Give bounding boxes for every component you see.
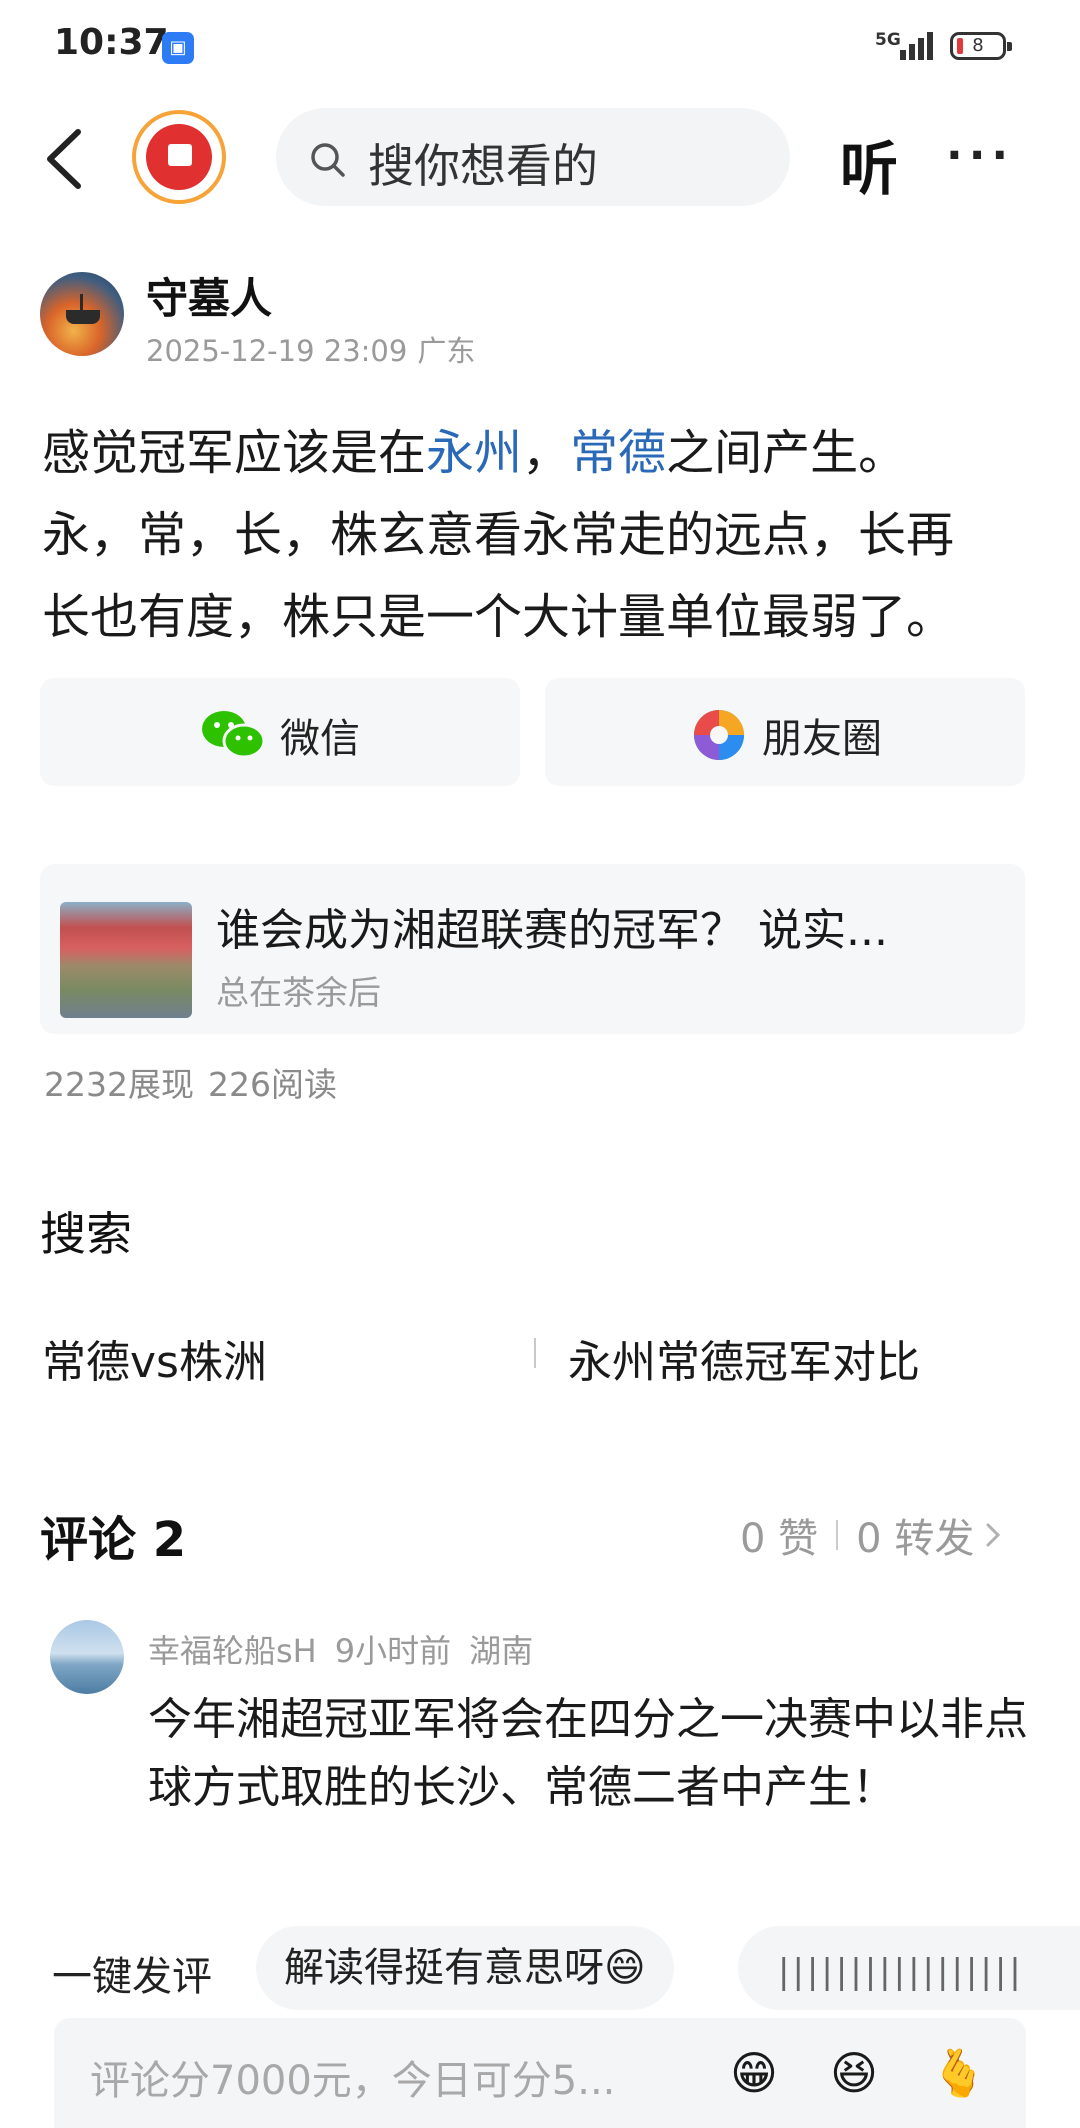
obscured-chip-text: ||||||||||||||||| xyxy=(778,1952,1024,1992)
moments-icon xyxy=(694,710,744,760)
related-search-item[interactable]: 常德vs株洲 xyxy=(42,1326,267,1390)
divider xyxy=(534,1338,536,1368)
comment-meta: 幸福轮船sH 9小时前 湖南 xyxy=(148,1626,551,1672)
notification-app-icon: ▣ xyxy=(162,32,194,64)
comment-input-placeholder: 评论分7000元，今日可分5... xyxy=(90,2058,616,2104)
battery-icon: 8 xyxy=(950,32,1012,60)
quick-reply-bar: 一键发评 解读得挺有意思呀😄 ||||||||||||||||| xyxy=(0,1926,1080,2016)
emoji-heart-hand-button[interactable]: 🫰 xyxy=(930,2046,987,2101)
chevron-right-icon xyxy=(986,1523,1001,1547)
account-logo[interactable] xyxy=(132,110,226,204)
author-name[interactable]: 守墓人 xyxy=(146,265,272,326)
post-body: 感觉冠军应该是在永州，常德之间产生。 永，常，长，株玄意看永常走的远点，长再 长… xyxy=(42,412,1042,658)
post-datetime: 2025-12-19 23:09 xyxy=(146,334,408,368)
quick-reply-chip[interactable]: 解读得挺有意思呀😄 xyxy=(256,1926,674,2010)
share-moments-label: 朋友圈 xyxy=(762,716,882,762)
search-bar[interactable]: 搜你想看的 xyxy=(276,108,790,206)
post-line-3: 长也有度，株只是一个大计量单位最弱了。 xyxy=(42,589,955,645)
post-meta: 2025-12-19 23:09 广东 xyxy=(146,328,485,370)
quick-reply-label: 一键发评 xyxy=(52,1954,212,2000)
wechat-icon xyxy=(202,711,266,759)
emoji-grin-button[interactable]: 😁 xyxy=(730,2046,778,2100)
author-avatar[interactable] xyxy=(40,272,124,356)
post-text: ， xyxy=(522,425,571,481)
share-wechat-label: 微信 xyxy=(280,716,360,762)
battery-level: 8 xyxy=(972,35,984,56)
commenter-avatar[interactable] xyxy=(50,1620,124,1694)
comments-title: 评论 2 xyxy=(40,1512,187,1568)
related-article-card[interactable]: 谁会成为湘超联赛的冠军？ 说实... 总在茶余后 xyxy=(40,864,1025,1034)
article-source: 总在茶余后 xyxy=(216,973,381,1012)
back-button[interactable] xyxy=(38,124,98,194)
likes-count: 0 赞 xyxy=(740,1516,819,1562)
forwards-count: 0 转发 xyxy=(856,1516,975,1562)
search-icon xyxy=(311,143,345,177)
search-placeholder: 搜你想看的 xyxy=(368,139,598,193)
post-line-2: 永，常，长，株玄意看永常走的远点，长再 xyxy=(42,507,955,563)
related-search-item[interactable]: 永州常德冠军对比 xyxy=(568,1326,920,1390)
signal-icon xyxy=(900,32,933,60)
more-menu-button[interactable]: ··· xyxy=(946,130,1014,181)
comment-time: 9小时前 xyxy=(334,1632,452,1670)
post-text: 感觉冠军应该是在 xyxy=(42,425,427,481)
commenter-name[interactable]: 幸福轮船sH xyxy=(148,1632,317,1670)
topic-link-yongzhou[interactable]: 永州 xyxy=(426,425,522,481)
comment-location: 湖南 xyxy=(469,1632,534,1670)
article-title: 谁会成为湘超联赛的冠军？ 说实... xyxy=(216,905,888,956)
share-wechat-button[interactable]: 微信 xyxy=(40,678,520,786)
post-text: 之间产生。 xyxy=(666,425,907,481)
comment-input[interactable]: 评论分7000元，今日可分5... 😁 😆 🫰 xyxy=(54,2018,1026,2128)
comments-stats[interactable]: 0 赞 0 转发 xyxy=(740,1506,1006,1564)
quick-reply-chip[interactable]: ||||||||||||||||| xyxy=(738,1926,1080,2010)
post-line-1: 感觉冠军应该是在永州，常德之间产生。 xyxy=(42,412,1042,494)
share-moments-button[interactable]: 朋友圈 xyxy=(545,678,1025,786)
network-type-label: 5G xyxy=(875,30,901,50)
post-location: 广东 xyxy=(417,334,476,368)
reads-count: 226阅读 xyxy=(207,1065,337,1104)
comment-text: 今年湘超冠亚军将会在四分之一决赛中以非点球方式取胜的长沙、常德二者中产生！ xyxy=(148,1694,1028,1813)
search-section-title: 搜索 xyxy=(40,1207,132,1261)
article-thumbnail xyxy=(60,902,192,1018)
emoji-laugh-button[interactable]: 😆 xyxy=(830,2046,878,2100)
status-time: 10:37 xyxy=(54,22,169,63)
post-stats: 2232展现 226阅读 xyxy=(44,1058,351,1106)
impressions-count: 2232展现 xyxy=(44,1065,194,1104)
listen-button[interactable]: 听 xyxy=(840,122,898,206)
topic-link-changde[interactable]: 常德 xyxy=(570,425,666,481)
